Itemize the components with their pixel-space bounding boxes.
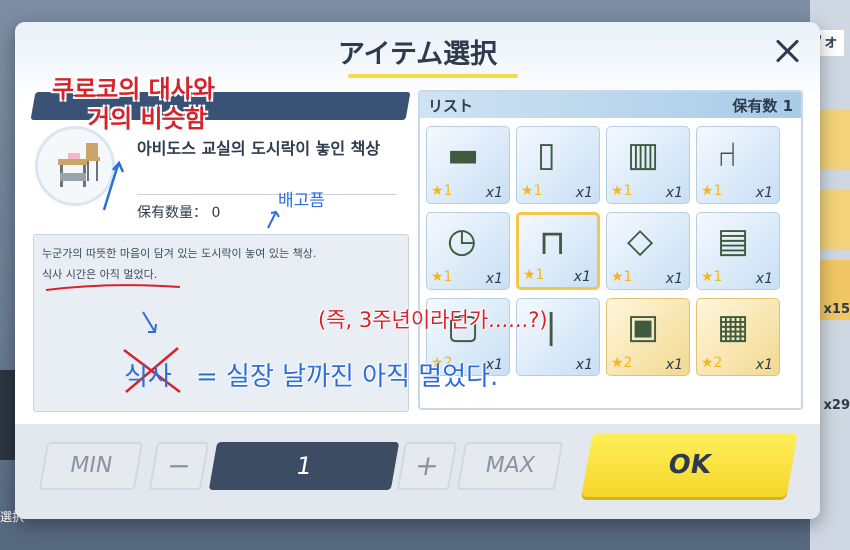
annotation-strokes: [45, 160, 280, 393]
annotation-equation: = 실장 날까진 아직 멀었다.: [196, 362, 499, 392]
annotation-aside: (즉, 3주년이라던가......?): [318, 308, 548, 332]
annotation-crossed-word: 식사: [124, 362, 172, 392]
annotation-hungry: 배고픔: [278, 191, 325, 211]
